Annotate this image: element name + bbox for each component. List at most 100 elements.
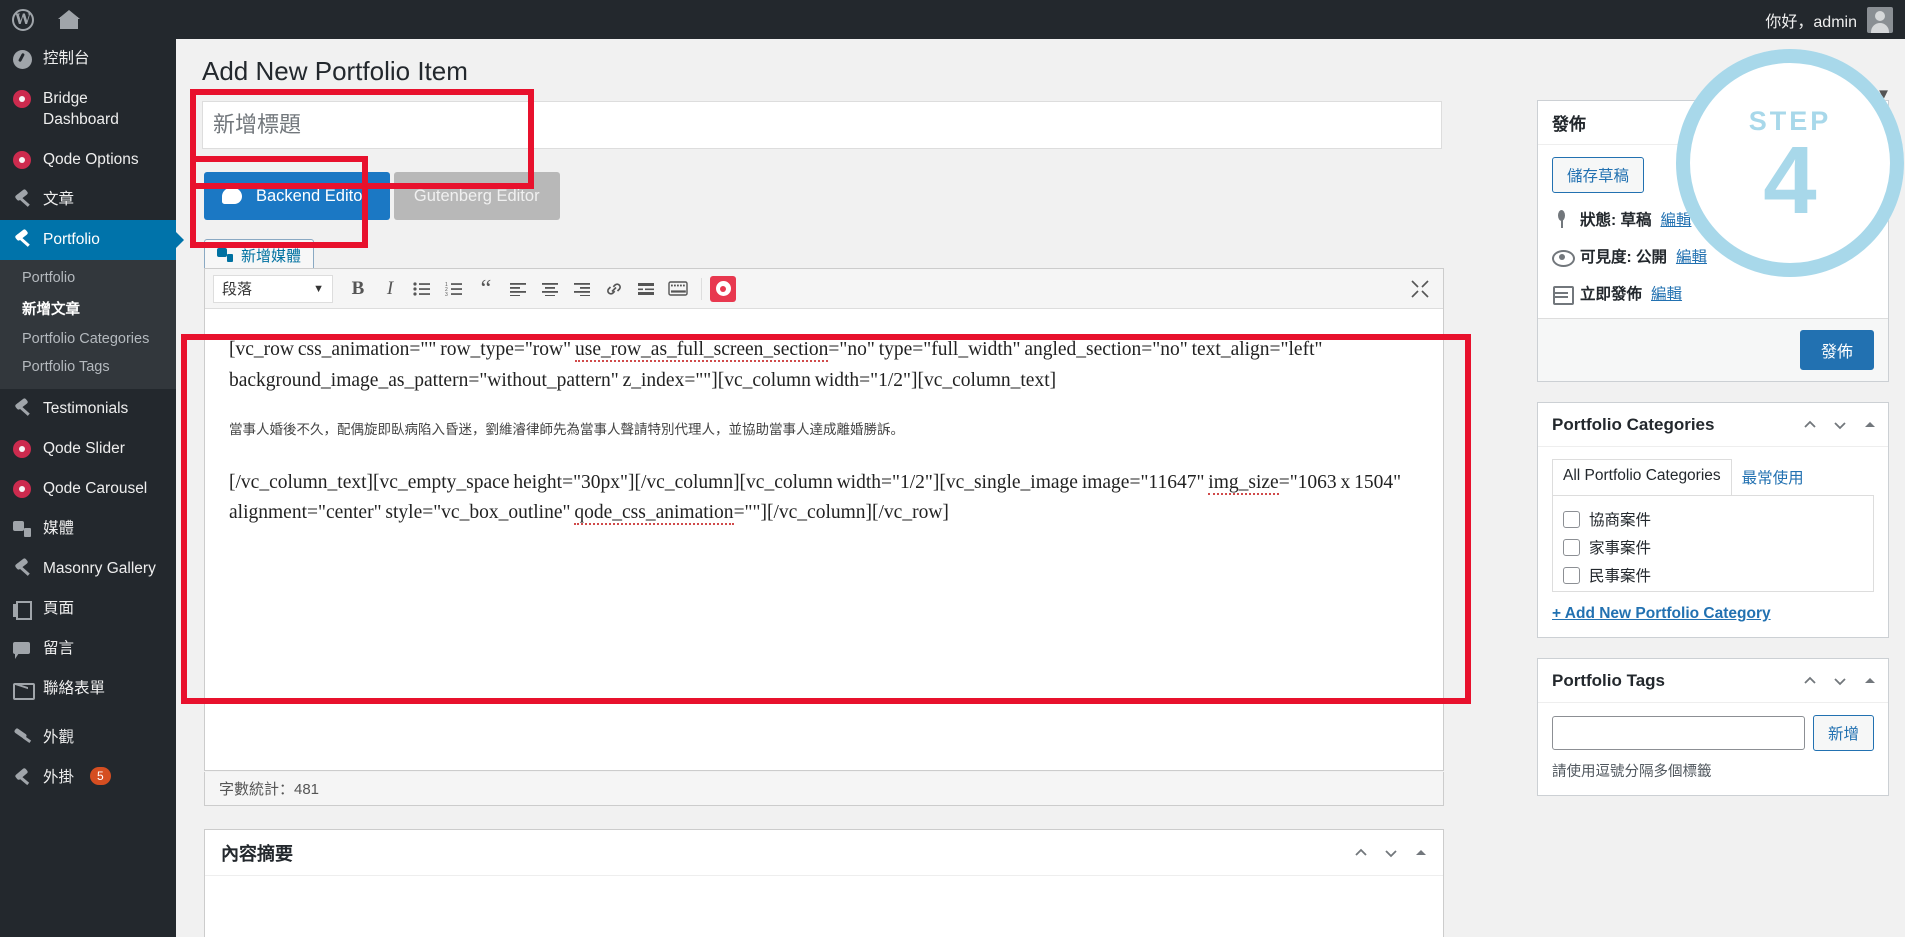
qode-icon xyxy=(12,150,33,171)
move-up-icon[interactable] xyxy=(1353,845,1369,861)
backend-editor-button[interactable]: Backend Editor xyxy=(204,172,390,220)
add-new-category-link[interactable]: + Add New Portfolio Category xyxy=(1552,605,1874,623)
tags-body: 新增 請使用逗號分隔多個標籤 xyxy=(1538,703,1888,795)
move-down-icon[interactable] xyxy=(1832,417,1848,433)
publish-button[interactable]: 發佈 xyxy=(1799,330,1874,370)
submenu-item-portfolio-categories[interactable]: Portfolio Categories xyxy=(0,325,176,353)
categories-tab-list: All Portfolio Categories 最常使用 xyxy=(1552,459,1874,496)
content-editor: 段落 ▼ B I 123 “ [vc_row css_animation="" … xyxy=(204,268,1444,771)
bulleted-list-icon[interactable] xyxy=(407,274,437,304)
sidebar-item-qode-carousel[interactable]: Qode Carousel xyxy=(0,469,176,509)
avatar[interactable] xyxy=(1867,6,1893,33)
category-row[interactable]: 民事案件 xyxy=(1563,564,1863,586)
pin-icon xyxy=(1552,209,1571,229)
gauge-icon xyxy=(12,49,33,70)
sidebar-item-posts[interactable]: 文章 xyxy=(0,180,176,220)
sidebar-item-label: Bridge Dashboard xyxy=(43,90,119,128)
publish-title: 發佈 xyxy=(1552,115,1586,134)
wordpress-logo-icon: W xyxy=(12,8,34,31)
sidebar-item-appearance[interactable]: 外觀 xyxy=(0,718,176,758)
sidebar-item-label: Qode Options xyxy=(43,150,139,168)
move-down-icon[interactable] xyxy=(1832,673,1848,689)
comment-icon xyxy=(12,639,33,660)
site-home-button[interactable] xyxy=(46,0,92,39)
categories-header: Portfolio Categories xyxy=(1538,403,1888,447)
shortcode-line-3a: [/vc_column_text][vc_empty_space height=… xyxy=(229,471,1209,493)
move-up-icon[interactable] xyxy=(1802,417,1818,433)
save-draft-button[interactable]: 儲存草稿 xyxy=(1552,157,1645,193)
bold-icon[interactable]: B xyxy=(343,274,373,304)
sidebar-item-masonry-gallery[interactable]: Masonry Gallery xyxy=(0,549,176,589)
category-row[interactable]: 協商案件 xyxy=(1563,508,1863,530)
sidebar-item-plugins[interactable]: 外掛 5 xyxy=(0,758,176,798)
word-count-label: 字數統計：481 xyxy=(219,781,320,798)
sidebar-item-media[interactable]: 媒體 xyxy=(0,509,176,549)
submenu-item-add-new[interactable]: 新增文章 xyxy=(0,292,176,325)
sidebar-item-qode-options[interactable]: Qode Options xyxy=(0,140,176,180)
toolbar-separator xyxy=(701,277,702,300)
link-icon[interactable] xyxy=(599,274,629,304)
tab-most-used[interactable]: 最常使用 xyxy=(1732,459,1814,495)
chevron-down-icon: ▼ xyxy=(313,282,324,295)
backend-editor-icon xyxy=(222,188,242,204)
post-visibility-label: 可見度: 公開 xyxy=(1580,249,1667,266)
step-badge-number: 4 xyxy=(1763,126,1817,234)
read-more-icon[interactable] xyxy=(631,274,661,304)
italic-icon[interactable]: I xyxy=(375,274,405,304)
toggle-panel-icon[interactable] xyxy=(1413,845,1429,861)
wordpress-logo-button[interactable]: W xyxy=(0,0,46,39)
move-up-icon[interactable] xyxy=(1802,673,1818,689)
portfolio-submenu: Portfolio 新增文章 Portfolio Categories Port… xyxy=(0,259,176,389)
sidebar-item-label: 文章 xyxy=(43,190,75,208)
brush-icon xyxy=(12,728,33,749)
sidebar-item-comments[interactable]: 留言 xyxy=(0,629,176,669)
sidebar-separator xyxy=(0,709,176,718)
sidebar-item-dashboard[interactable]: 控制台 xyxy=(0,39,176,79)
edit-visibility-link[interactable]: 編輯 xyxy=(1676,245,1707,267)
numbered-list-icon[interactable]: 123 xyxy=(439,274,469,304)
editor-mode-switcher: Backend Editor Gutenberg Editor xyxy=(204,172,560,220)
submenu-item-portfolio[interactable]: Portfolio xyxy=(0,264,176,292)
submenu-item-portfolio-tags[interactable]: Portfolio Tags xyxy=(0,353,176,381)
blockquote-icon[interactable]: “ xyxy=(471,274,501,304)
fullscreen-icon[interactable] xyxy=(1405,274,1435,304)
backend-editor-label: Backend Editor xyxy=(256,186,368,205)
category-checkbox[interactable] xyxy=(1563,538,1580,556)
sidebar-item-contact-form[interactable]: 聯絡表單 xyxy=(0,669,176,709)
align-center-icon[interactable] xyxy=(535,274,565,304)
toggle-panel-icon[interactable] xyxy=(1862,417,1878,433)
sidebar-item-qode-slider[interactable]: Qode Slider xyxy=(0,429,176,469)
howdy-label[interactable]: 你好，admin xyxy=(1765,8,1857,32)
sidebar-item-label: Testimonials xyxy=(43,399,129,417)
add-tag-button[interactable]: 新增 xyxy=(1812,715,1874,751)
editor-text-area[interactable]: [vc_row css_animation="" row_type="row" … xyxy=(205,309,1443,729)
step-badge: STEP 4 xyxy=(1676,49,1904,277)
word-count-bar: 字數統計：481 xyxy=(204,772,1444,806)
sidebar-item-portfolio[interactable]: Portfolio xyxy=(0,219,176,260)
pin-icon xyxy=(12,230,33,251)
category-row[interactable]: 家事案件 xyxy=(1563,536,1863,558)
keyboard-shortcuts-icon[interactable] xyxy=(663,274,693,304)
format-select-value: 段落 xyxy=(222,281,253,298)
tags-header: Portfolio Tags xyxy=(1538,659,1888,703)
toggle-panel-icon[interactable] xyxy=(1862,673,1878,689)
editor-toolbar: 段落 ▼ B I 123 “ xyxy=(205,269,1443,309)
post-title-input[interactable] xyxy=(202,101,1442,149)
tag-input[interactable] xyxy=(1552,716,1805,750)
sidebar-item-testimonials[interactable]: Testimonials xyxy=(0,389,176,429)
gutenberg-editor-button[interactable]: Gutenberg Editor xyxy=(393,172,560,220)
shortcode-misspelled-2: img_size xyxy=(1208,471,1279,495)
category-checkbox[interactable] xyxy=(1563,566,1580,584)
qode-shortcodes-icon[interactable] xyxy=(710,275,736,302)
align-right-icon[interactable] xyxy=(567,274,597,304)
edit-schedule-link[interactable]: 編輯 xyxy=(1651,282,1682,304)
move-down-icon[interactable] xyxy=(1383,845,1399,861)
align-left-icon[interactable] xyxy=(503,274,533,304)
paragraph-format-select[interactable]: 段落 ▼ xyxy=(213,274,333,303)
sidebar-item-pages[interactable]: 頁面 xyxy=(0,589,176,629)
categories-tools xyxy=(1802,417,1878,433)
post-status-label: 狀態: 草稿 xyxy=(1580,212,1652,229)
category-checkbox[interactable] xyxy=(1563,510,1580,528)
tab-all-categories[interactable]: All Portfolio Categories xyxy=(1552,459,1732,495)
sidebar-item-bridge-dashboard[interactable]: Bridge Dashboard xyxy=(0,79,176,140)
